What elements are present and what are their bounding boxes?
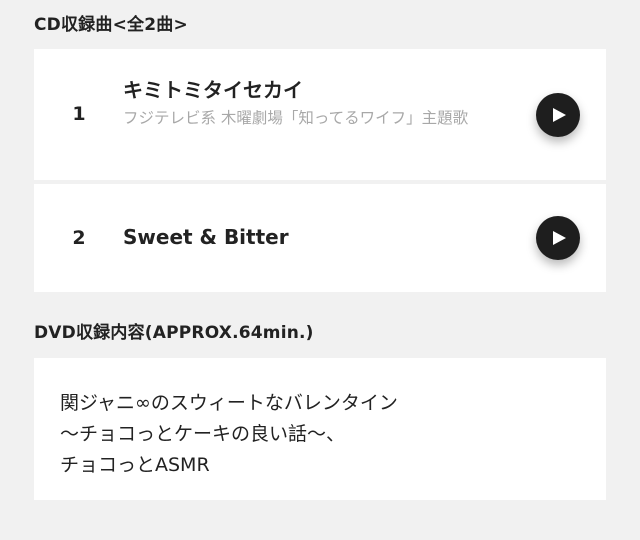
track-item: 2 Sweet & Bitter xyxy=(34,184,606,292)
dvd-content-line: 〜チョコっとケーキの良い話〜、 xyxy=(60,423,346,445)
track-title: Sweet & Bitter xyxy=(123,225,289,249)
track-tie-in-note: フジテレビ系 木曜劇場「知ってるワイフ」主題歌 xyxy=(123,109,469,127)
dvd-content-line: チョコっとASMR xyxy=(60,454,210,476)
track-number: 2 xyxy=(72,227,86,249)
play-icon xyxy=(553,108,566,122)
cd-section-title: CD収録曲<全2曲> xyxy=(34,15,188,35)
play-icon xyxy=(553,231,566,245)
dvd-section-title: DVD収録内容(APPROX.64min.) xyxy=(34,323,314,343)
track-item: 1 キミトミタイセカイ フジテレビ系 木曜劇場「知ってるワイフ」主題歌 xyxy=(34,49,606,180)
track-title: キミトミタイセカイ xyxy=(123,78,303,102)
track-number: 1 xyxy=(72,103,86,125)
dvd-contents-box: 関ジャニ∞のスウィートなバレンタイン 〜チョコっとケーキの良い話〜、 チョコっと… xyxy=(34,358,606,500)
play-button[interactable] xyxy=(536,216,580,260)
play-button[interactable] xyxy=(536,93,580,137)
dvd-content-line: 関ジャニ∞のスウィートなバレンタイン xyxy=(60,392,398,414)
